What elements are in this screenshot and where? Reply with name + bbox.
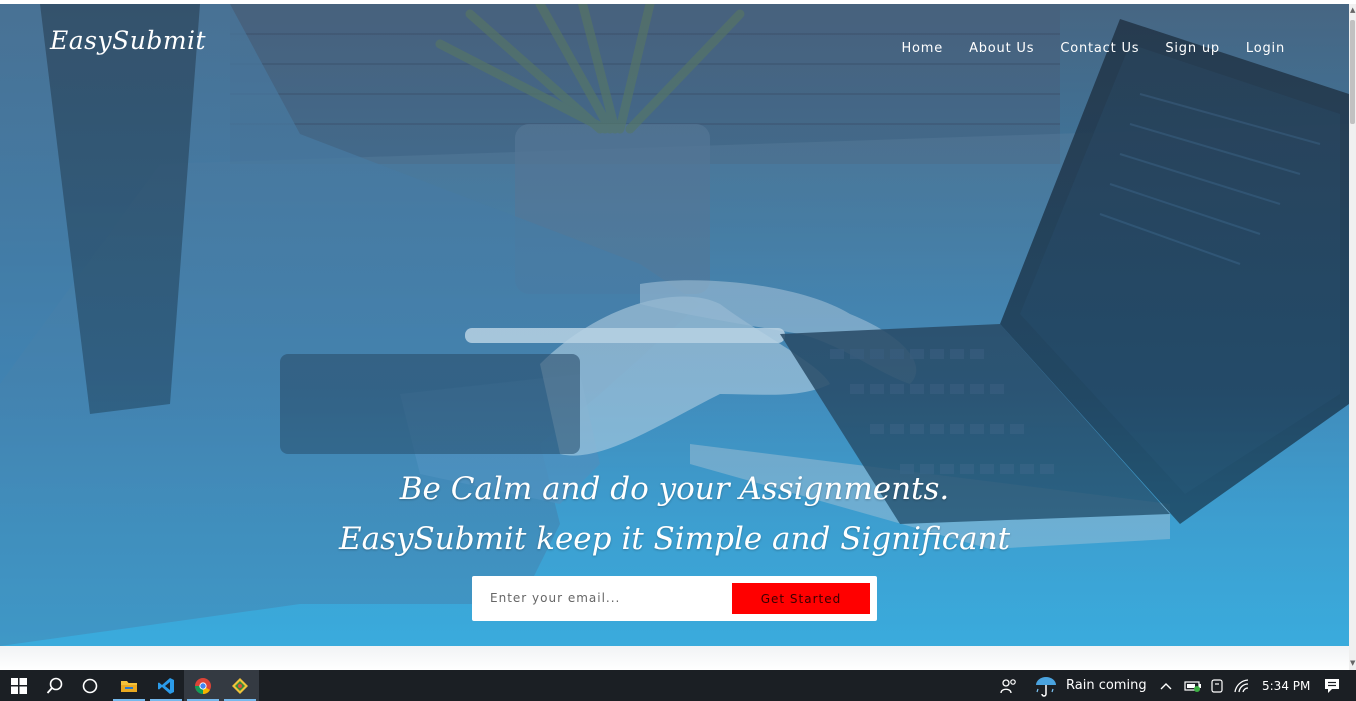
email-signup-form: Get Started [472, 576, 877, 621]
chrome-icon[interactable] [184, 670, 222, 701]
nav-home[interactable]: Home [901, 41, 943, 56]
windows-taskbar: Rain coming 5:34 PM [0, 670, 1356, 701]
clock-time: 5:34 PM [1262, 678, 1311, 693]
task-view-icon[interactable] [71, 670, 109, 701]
nav-about-us[interactable]: About Us [969, 41, 1034, 56]
page-scrollbar[interactable]: ▲ ▼ [1349, 4, 1356, 670]
notification-icon[interactable] [1324, 670, 1340, 701]
git-client-icon[interactable] [221, 670, 259, 701]
weather-widget[interactable]: Rain coming [1034, 670, 1147, 701]
email-input[interactable] [482, 584, 722, 612]
clock[interactable]: 5:34 PM [1262, 670, 1310, 701]
chevron-up-icon[interactable] [1160, 670, 1172, 701]
device-icon[interactable] [1210, 670, 1224, 701]
nav-contact-us[interactable]: Contact Us [1060, 41, 1139, 56]
site-logo[interactable]: EasySubmit [50, 26, 206, 55]
windows-start-icon[interactable] [0, 670, 38, 701]
search-icon[interactable] [36, 670, 74, 701]
scroll-down-arrow-icon[interactable]: ▼ [1350, 659, 1355, 667]
below-hero-section [0, 646, 1349, 670]
browser-viewport: EasySubmit Home About Us Contact Us Sign… [0, 0, 1356, 670]
scroll-up-arrow-icon[interactable]: ▲ [1350, 6, 1355, 14]
nav-sign-up[interactable]: Sign up [1165, 41, 1220, 56]
hero-tagline-line2: EasySubmit keep it Simple and Significan… [338, 521, 1011, 557]
main-nav: Home About Us Contact Us Sign up Login [901, 41, 1285, 56]
hero-section: EasySubmit Home About Us Contact Us Sign… [0, 4, 1349, 646]
nav-login[interactable]: Login [1246, 41, 1285, 56]
people-icon[interactable] [1000, 670, 1018, 701]
battery-icon[interactable] [1184, 670, 1202, 701]
hero-tagline-line1: Be Calm and do your Assignments. [399, 471, 950, 507]
vscode-icon[interactable] [147, 670, 185, 701]
umbrella-rain-icon [1036, 676, 1056, 697]
file-explorer-icon[interactable] [110, 670, 148, 701]
wifi-icon[interactable] [1234, 670, 1250, 701]
weather-text: Rain coming [1066, 678, 1147, 693]
get-started-button[interactable]: Get Started [732, 583, 870, 614]
scrollbar-thumb[interactable] [1350, 20, 1355, 124]
